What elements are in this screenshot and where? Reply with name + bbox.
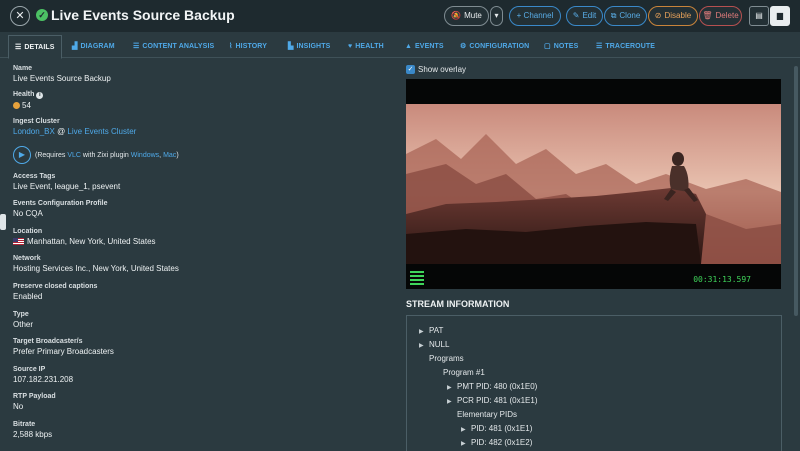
tree-node-pcr-pid[interactable]: ▶ PCR PID: 481 (0x1E1) [447, 396, 537, 405]
caret-right-icon: ▶ [447, 385, 452, 391]
video-preview[interactable]: 00:31:13.597 [406, 79, 781, 289]
field-events-profile: Events Configuration Profile No CQA [13, 200, 108, 218]
field-source-ip: Source IP 107.182.231.208 [13, 366, 74, 384]
tree-node-pmt-pid[interactable]: ▶ PMT PID: 480 (0x1E0) [447, 382, 537, 391]
stream-information-heading: STREAM INFORMATION [406, 299, 510, 309]
diagram-icon: ▟ [72, 43, 78, 50]
pencil-icon: ✎ [572, 11, 580, 20]
gear-icon: ⚙ [460, 43, 467, 50]
caret-right-icon: ▶ [461, 427, 466, 433]
tree-node-pat[interactable]: ▶ PAT [419, 326, 443, 335]
caret-right-icon: ▶ [419, 343, 424, 349]
field-rtp-payload: RTP Payload No [13, 393, 56, 411]
status-ok-icon: ✓ [36, 9, 48, 21]
field-closed-captions: Preserve closed captions Enabled [13, 283, 98, 301]
scrollbar[interactable] [794, 66, 798, 316]
field-health: Health i 54 [13, 91, 44, 110]
mute-button[interactable]: 🔕 Mute [444, 6, 489, 26]
health-status-icon [13, 102, 20, 109]
clone-icon: ⧉ [610, 11, 617, 20]
caret-right-icon: ▶ [461, 441, 466, 447]
audio-level-meter [410, 271, 424, 285]
close-icon: ✕ [15, 10, 25, 22]
field-access-tags: Access Tags Live Event, league_1, pseven… [13, 173, 121, 191]
tab-history[interactable]: ⌇ HISTORY [229, 35, 267, 58]
tab-notes[interactable]: ▢ NOTES [544, 35, 578, 58]
show-overlay-label: Show overlay [418, 65, 467, 74]
tree-node-null[interactable]: ▶ NULL [419, 340, 449, 349]
chart-icon: ▙ [288, 43, 294, 50]
us-flag-icon [13, 238, 24, 245]
tree-node-program-1[interactable]: Program #1 [433, 368, 485, 377]
folder-icon: ▆ [776, 11, 784, 20]
layout-toggle-button[interactable]: ▤ [749, 6, 769, 26]
video-frame [406, 104, 781, 264]
tab-events[interactable]: ▲ EVENTS [405, 35, 444, 58]
cluster-link[interactable]: Live Events Cluster [67, 127, 136, 136]
tab-diagram[interactable]: ▟ DIAGRAM [72, 35, 115, 58]
ban-icon: ⊘ [654, 11, 662, 20]
list-icon: ☰ [15, 44, 22, 51]
mac-link[interactable]: Mac [163, 152, 176, 159]
folder-button[interactable]: ▆ [770, 6, 790, 26]
header-bar: ✕ ✓ Live Events Source Backup 🔕 Mute ▾ + … [0, 0, 800, 32]
note-icon: ▢ [544, 43, 551, 50]
caret-right-icon: ▶ [447, 399, 452, 405]
tab-details[interactable]: ☰ DETAILS [8, 35, 62, 59]
field-network: Network Hosting Services Inc., New York,… [13, 255, 179, 273]
vlc-link[interactable]: VLC [67, 152, 81, 159]
field-location: Location Manhattan, New York, United Sta… [13, 228, 156, 246]
page-title: Live Events Source Backup [51, 7, 235, 23]
play-icon: ▶ [18, 150, 26, 159]
tab-bar: ☰ DETAILS ▟ DIAGRAM ☰ CONTENT ANALYSIS ⌇ HIS… [0, 35, 800, 59]
list-icon: ☰ [133, 43, 140, 50]
chevron-down-icon: ▾ [494, 11, 499, 20]
stream-tree: ▶ PAT ▶ NULL Programs Program #1 ▶ PMT PID:… [406, 315, 782, 451]
field-target-broadcaster: Target Broadcaster/s Prefer Primary Broa… [13, 338, 114, 356]
caret-right-icon: ▶ [419, 329, 424, 335]
tab-insights[interactable]: ▙ INSIGHTS [288, 35, 330, 58]
field-name: Name Live Events Source Backup [13, 65, 111, 83]
list-icon: ☰ [596, 43, 603, 50]
ingest-host-link[interactable]: London_BX [13, 127, 55, 136]
mute-dropdown-button[interactable]: ▾ [490, 6, 503, 26]
show-overlay-checkbox[interactable]: ✓ [406, 65, 415, 74]
heart-icon: ♥ [348, 43, 353, 50]
edit-button[interactable]: ✎ Edit [566, 6, 603, 26]
health-score: 54 [22, 101, 31, 110]
trash-icon: 🗑 [702, 11, 713, 20]
close-button[interactable]: ✕ [10, 6, 30, 26]
tab-traceroute[interactable]: ☰ TRACEROUTE [596, 35, 655, 58]
tab-configuration[interactable]: ⚙ CONFIGURATION [460, 35, 529, 58]
chart-icon: ⌇ [229, 43, 233, 50]
info-icon[interactable]: i [36, 92, 44, 99]
windows-link[interactable]: Windows [131, 152, 159, 159]
add-channel-button[interactable]: + Channel [509, 6, 561, 26]
bell-slash-icon: 🔕 [451, 11, 462, 20]
warning-icon: ▲ [405, 43, 413, 50]
panel-resize-handle[interactable] [0, 214, 6, 230]
vlc-requirement-text: (Requires VLC with Zixi plugin Windows, … [35, 152, 179, 159]
delete-button[interactable]: 🗑 Delete [699, 6, 742, 26]
video-timecode: 00:31:13.597 [693, 275, 751, 284]
tree-node-pid-482[interactable]: ▶ PID: 482 (0x1E2) [461, 438, 532, 447]
layout-icon: ▤ [755, 11, 763, 20]
tree-node-programs[interactable]: Programs [419, 354, 464, 363]
tree-node-elementary-pids[interactable]: Elementary PIDs [447, 410, 517, 419]
tree-node-pid-481[interactable]: ▶ PID: 481 (0x1E1) [461, 424, 532, 433]
play-button[interactable]: ▶ [13, 146, 31, 164]
field-ingest-cluster: Ingest Cluster London_BX @ Live Events C… [13, 118, 137, 136]
disable-button[interactable]: ⊘ Disable [648, 6, 698, 26]
clone-button[interactable]: ⧉ Clone [604, 6, 647, 26]
tab-content-analysis[interactable]: ☰ CONTENT ANALYSIS [133, 35, 214, 58]
field-type: Type Other [13, 311, 34, 329]
tab-health[interactable]: ♥ HEALTH [348, 35, 384, 58]
field-bitrate: Bitrate 2,588 kbps [13, 421, 53, 439]
